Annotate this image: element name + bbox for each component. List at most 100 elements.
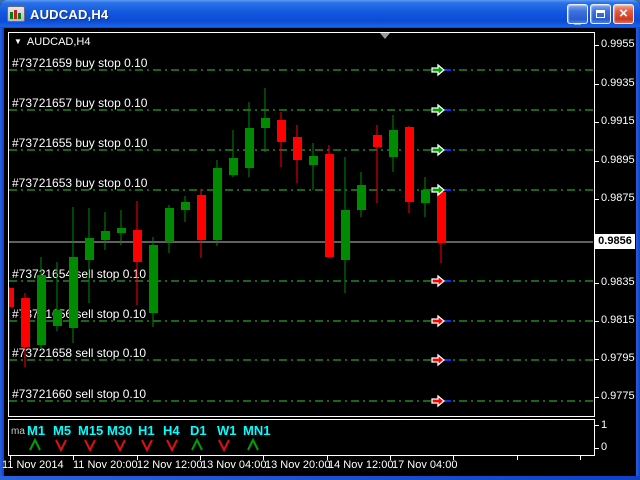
price-axis-label: 0.9955 — [601, 38, 635, 50]
trend-down-icon — [141, 439, 153, 453]
axis-tick — [595, 283, 599, 284]
candle-body — [437, 192, 446, 243]
candle-body — [69, 257, 78, 328]
candle-body — [213, 168, 222, 240]
axis-tick — [73, 456, 74, 460]
close-button[interactable]: × — [613, 4, 634, 24]
order-marker-buy-icon — [431, 103, 446, 117]
time-axis-label: 13 Nov 04:00 — [201, 459, 267, 471]
mt4-chart-window: AUDCAD,H4 _ × ▼ AUDCAD,H4 #73721659 buy … — [0, 0, 640, 480]
indicator-name-label: ma — [11, 426, 25, 437]
candle-body — [373, 135, 382, 147]
trend-up-icon — [191, 437, 203, 451]
indicator-panel[interactable] — [8, 419, 595, 456]
trend-down-icon — [55, 439, 67, 453]
candle-body — [149, 245, 158, 313]
time-axis-label: 14 Nov 12:00 — [328, 459, 394, 471]
axis-tick — [595, 45, 599, 46]
candle-body — [293, 137, 302, 160]
axis-tick — [595, 161, 599, 162]
candle-body — [261, 118, 270, 128]
axis-tick — [595, 84, 599, 85]
axis-tick — [200, 456, 201, 460]
chart-plot-area[interactable]: ▼ AUDCAD,H4 #73721659 buy stop 0.10 #7372… — [8, 32, 595, 417]
minimize-button[interactable]: _ — [567, 4, 588, 26]
order-marker-buy-icon — [431, 63, 446, 77]
time-axis-label: 12 Nov 12:00 — [137, 459, 203, 471]
candle-body — [181, 202, 190, 210]
time-axis-label: 11 Nov 20:00 — [73, 459, 138, 471]
candle-body — [245, 128, 254, 168]
time-axis-label: 11 Nov 2014 — [2, 459, 64, 471]
price-axis-label: 0.9835 — [601, 276, 635, 288]
candle-body — [405, 127, 414, 202]
candle-body — [101, 231, 110, 240]
candle-body — [229, 158, 238, 175]
axis-tick — [595, 359, 599, 360]
window-title: AUDCAD,H4 — [30, 6, 109, 22]
axis-tick — [595, 122, 599, 123]
axis-tick — [390, 456, 391, 460]
window-border-bottom — [0, 476, 640, 480]
maximize-icon — [596, 10, 605, 18]
window-titlebar[interactable]: AUDCAD,H4 _ × — [0, 0, 640, 28]
price-axis-label: 0.9895 — [601, 154, 635, 166]
trend-down-icon — [84, 439, 96, 453]
order-marker-sell-icon — [431, 394, 446, 408]
axis-tick — [10, 456, 11, 460]
indicator-axis-min: 0 — [601, 441, 608, 453]
chart-symbol-label[interactable]: ▼ AUDCAD,H4 — [14, 36, 91, 48]
candle-body — [117, 228, 126, 233]
window-border-right — [636, 28, 640, 476]
axis-tick — [580, 456, 581, 460]
candle-body — [389, 130, 398, 157]
chart-shift-marker-icon[interactable] — [380, 33, 390, 39]
symbol-label-text: AUDCAD,H4 — [26, 36, 91, 48]
candle-body — [9, 288, 14, 307]
candle-body — [37, 275, 46, 345]
price-axis-label: 0.9815 — [601, 314, 635, 326]
axis-tick — [137, 456, 138, 460]
price-axis-label: 0.9875 — [601, 192, 635, 204]
price-axis-label: 0.9775 — [601, 390, 635, 402]
price-axis-label: 0.9795 — [601, 352, 635, 364]
candle-body — [421, 190, 430, 203]
trend-up-icon — [29, 437, 41, 451]
minimize-icon: _ — [574, 11, 581, 26]
window-border-left — [0, 28, 4, 476]
axis-tick — [595, 199, 599, 200]
candle-body — [85, 238, 94, 260]
candle-body — [325, 154, 334, 257]
candle-body — [197, 195, 206, 240]
candle-body — [357, 185, 366, 210]
close-icon: × — [619, 5, 628, 22]
trend-down-icon — [218, 439, 230, 453]
axis-tick — [595, 397, 599, 398]
candle-body — [53, 310, 62, 326]
price-axis-label: 0.9935 — [601, 77, 635, 89]
price-axis-label: 0.9915 — [601, 115, 635, 127]
candle-body — [165, 208, 174, 242]
axis-tick — [453, 456, 454, 460]
candle-body — [309, 156, 318, 165]
order-marker-sell-icon — [431, 274, 446, 288]
candle-body — [133, 230, 142, 262]
indicator-arrows — [29, 437, 259, 453]
chart-icon — [7, 6, 25, 22]
current-price-box: 0.9856 — [595, 234, 635, 249]
trend-down-icon — [166, 439, 178, 453]
maximize-button[interactable] — [590, 4, 611, 24]
symbol-dropdown-icon: ▼ — [14, 37, 22, 46]
axis-tick — [595, 425, 599, 426]
axis-tick — [595, 448, 599, 449]
order-marker-buy-icon — [431, 143, 446, 157]
candle-body — [277, 120, 286, 142]
time-axis-label: 13 Nov 20:00 — [265, 459, 331, 471]
axis-tick — [263, 456, 264, 460]
order-marker-sell-icon — [431, 314, 446, 328]
trend-up-icon — [247, 437, 259, 451]
order-marker-sell-icon — [431, 353, 446, 367]
axis-tick — [595, 321, 599, 322]
time-axis-label: 17 Nov 04:00 — [392, 459, 458, 471]
trend-down-icon — [114, 439, 126, 453]
